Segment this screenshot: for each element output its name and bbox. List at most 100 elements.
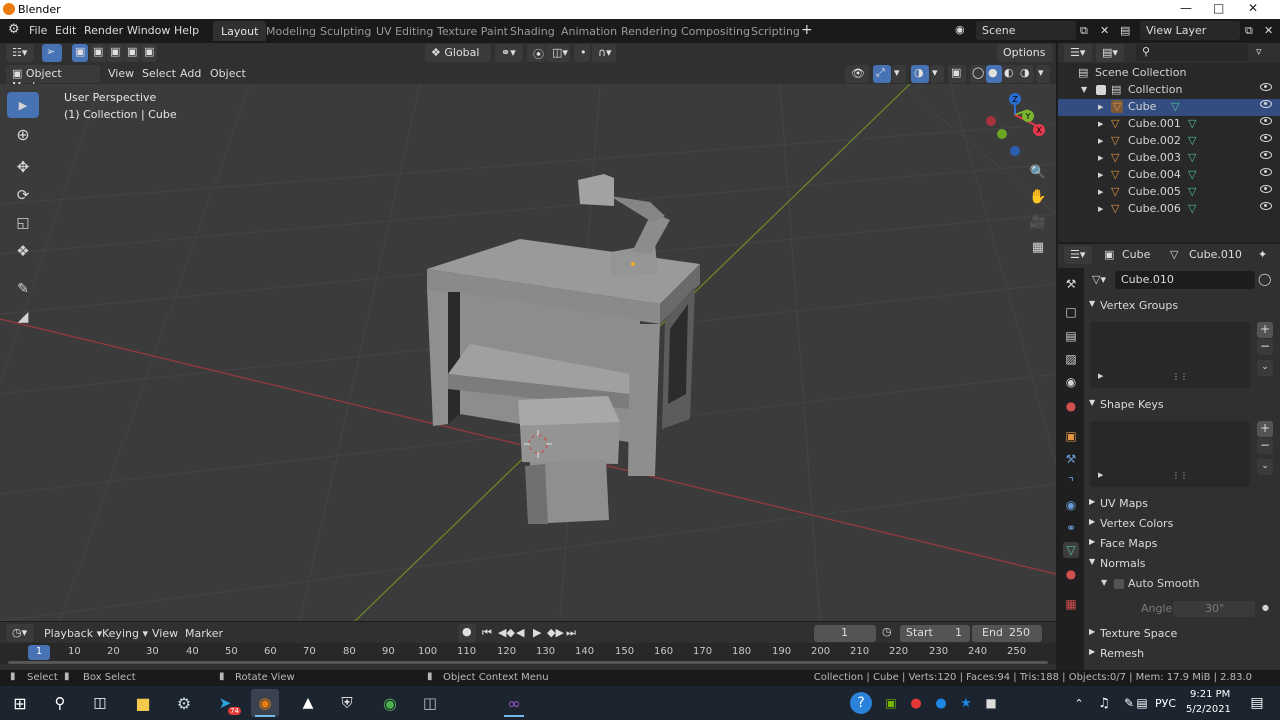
- shape-key-specials-button[interactable]: ⌄: [1257, 459, 1273, 475]
- timeline-ruler[interactable]: 1 10 20 30 40 50 60 70 80 90 100 110 120…: [0, 643, 1056, 664]
- next-keyframe-icon[interactable]: ◆▶: [547, 626, 564, 639]
- view-layer-tab-icon[interactable]: ▨: [1063, 351, 1079, 367]
- clock-time[interactable]: 9:21 PM: [1190, 689, 1230, 700]
- material-shading-icon[interactable]: ◐: [1002, 65, 1018, 83]
- new-view-layer-icon[interactable]: ⧉: [1245, 24, 1253, 38]
- visibility-eye-icon[interactable]: [1260, 83, 1272, 91]
- prev-keyframe-icon[interactable]: ◀◆: [498, 626, 515, 639]
- panel-face-maps-header[interactable]: ▶ Face Maps: [1086, 534, 1276, 554]
- shield-app-icon[interactable]: ⛨: [333, 689, 361, 717]
- proportional-falloff-dropdown[interactable]: ∩▾: [592, 44, 616, 62]
- navigation-gizmo[interactable]: Z Y X: [980, 90, 1050, 160]
- scale-tool-icon[interactable]: ◱: [7, 210, 39, 236]
- outliner-search-input[interactable]: ⚲: [1136, 44, 1248, 61]
- visibility-eye-icon[interactable]: [1260, 134, 1272, 142]
- telegram-icon[interactable]: ➤ 74: [211, 689, 241, 717]
- gizmo-dropdown[interactable]: ▾: [892, 65, 906, 83]
- render-tab-icon[interactable]: □: [1063, 304, 1079, 320]
- delete-view-layer-icon[interactable]: ✕: [1264, 24, 1273, 37]
- pan-hand-icon[interactable]: ✋: [1027, 186, 1049, 208]
- outliner-row-object[interactable]: ▶ ▽ Cube.003 ▽: [1058, 150, 1280, 167]
- maximize-icon[interactable]: □: [1213, 1, 1224, 15]
- outliner-row-scene-collection[interactable]: ▤ Scene Collection: [1058, 65, 1280, 82]
- pivot-dropdown[interactable]: ⚭▾: [495, 44, 523, 62]
- mode-dropdown[interactable]: ▣ Object Mode ▾: [6, 65, 100, 93]
- auto-smooth-checkbox[interactable]: [1114, 579, 1124, 589]
- file-explorer-icon[interactable]: ■: [129, 689, 157, 717]
- sync-tray-icon[interactable]: ●: [902, 689, 930, 717]
- app-tray-icon[interactable]: ■: [977, 689, 1005, 717]
- material-tab-icon[interactable]: ●: [1063, 566, 1079, 582]
- bluetooth-tray-icon[interactable]: ★: [952, 689, 980, 717]
- mesh-datablock-icon[interactable]: ▽▾: [1092, 273, 1106, 286]
- gizmo-y-axis[interactable]: Y: [1022, 110, 1034, 122]
- collection-checkbox[interactable]: [1096, 85, 1106, 95]
- 3d-viewport[interactable]: User Perspective (1) Collection | Cube Z…: [0, 84, 1056, 621]
- notifications-icon[interactable]: ▤: [1243, 689, 1271, 717]
- add-workspace-button[interactable]: +: [801, 22, 813, 38]
- outliner-row-collection[interactable]: ▼ ▤ Collection: [1058, 82, 1280, 99]
- blender-taskbar-icon[interactable]: ◉: [251, 689, 279, 717]
- camera-view-icon[interactable]: 🎥: [1027, 211, 1049, 233]
- shading-dropdown[interactable]: ▾: [1036, 65, 1050, 83]
- zoom-icon[interactable]: 🔍: [1027, 161, 1049, 183]
- close-icon[interactable]: ✕: [1248, 1, 1258, 15]
- expand-arrow-icon[interactable]: ▶: [1098, 154, 1103, 162]
- windows-start-icon[interactable]: ⊞: [6, 689, 34, 717]
- gizmo-toggle[interactable]: ⤢: [873, 65, 891, 83]
- play-reverse-icon[interactable]: ◀: [516, 626, 524, 639]
- options-dropdown[interactable]: Options ▾: [997, 44, 1053, 72]
- perspective-toggle-icon[interactable]: ▦: [1027, 236, 1049, 258]
- add-shape-key-button[interactable]: +: [1257, 421, 1273, 437]
- display-mode-dropdown[interactable]: ▤▾: [1096, 44, 1124, 62]
- filter-icon[interactable]: ▿: [1256, 45, 1262, 58]
- viewport-menu-add[interactable]: Add: [180, 67, 201, 80]
- gizmo-z-axis[interactable]: Z: [1009, 93, 1021, 105]
- visibility-eye-icon[interactable]: [1260, 202, 1272, 210]
- list-resize-handle[interactable]: ⋮⋮: [1172, 372, 1188, 381]
- expand-arrow-icon[interactable]: ▼: [1081, 85, 1087, 94]
- mesh-datablock-field[interactable]: Cube.010: [1115, 271, 1255, 289]
- visibility-eye-icon[interactable]: [1260, 185, 1272, 193]
- outliner-row-object[interactable]: ▶ ▽ Cube.005 ▽: [1058, 184, 1280, 201]
- playhead-frame-badge[interactable]: 1: [28, 645, 50, 660]
- gizmo-neg-y-axis[interactable]: [997, 129, 1007, 139]
- end-frame-field[interactable]: End 250: [972, 625, 1042, 642]
- list-expand-icon[interactable]: ▶: [1098, 471, 1103, 479]
- list-resize-handle[interactable]: ⋮⋮: [1172, 471, 1188, 480]
- pin-icon[interactable]: ✦: [1258, 248, 1267, 261]
- snap-target-dropdown[interactable]: ◫▾: [546, 44, 570, 62]
- scene-icon[interactable]: ◉: [955, 23, 965, 36]
- panel-vertex-colors-header[interactable]: ▶ Vertex Colors: [1086, 514, 1276, 534]
- chair-mesh[interactable]: [518, 396, 620, 524]
- panel-texture-space-header[interactable]: ▶ Texture Space: [1086, 624, 1276, 644]
- jump-end-icon[interactable]: ⏭: [566, 626, 576, 640]
- snap-toggle[interactable]: ⦿: [527, 44, 545, 62]
- rotate-tool-icon[interactable]: ⟳: [7, 182, 39, 208]
- jump-start-icon[interactable]: ⏮: [482, 626, 492, 640]
- expand-arrow-icon[interactable]: ▶: [1098, 137, 1103, 145]
- select-tool-button[interactable]: ➢: [42, 44, 62, 62]
- chevron-up-icon[interactable]: ⌃: [1065, 689, 1093, 717]
- viewport-menu-view[interactable]: View: [108, 67, 134, 80]
- delete-scene-icon[interactable]: ✕: [1100, 24, 1109, 37]
- tool-tab-icon[interactable]: ⚒: [1063, 276, 1079, 292]
- visibility-dropdown[interactable]: 👁▾: [845, 65, 869, 93]
- outliner-editor-type[interactable]: ☰▾: [1064, 44, 1092, 62]
- start-frame-field[interactable]: Start 1: [900, 625, 970, 642]
- physics-tab-icon[interactable]: ◉: [1063, 497, 1079, 513]
- panel-shape-keys-header[interactable]: ▼ Shape Keys: [1086, 395, 1276, 415]
- timeline-editor-type[interactable]: ◷▾: [6, 624, 34, 642]
- visibility-eye-icon[interactable]: [1260, 117, 1272, 125]
- add-vertex-group-button[interactable]: +: [1257, 322, 1273, 338]
- steam-icon[interactable]: ⚙: [170, 689, 198, 717]
- panel-remesh-header[interactable]: ▶ Remesh: [1086, 644, 1276, 664]
- network-icon[interactable]: ▤: [1128, 689, 1156, 717]
- menu-edit[interactable]: Edit: [55, 24, 76, 37]
- nvidia-tray-icon[interactable]: ▣: [877, 689, 905, 717]
- animate-property-dot-icon[interactable]: ●: [1262, 603, 1269, 612]
- panel-uv-maps-header[interactable]: ▶ UV Maps: [1086, 494, 1276, 514]
- transform-orientation-dropdown[interactable]: ❖ Global ▾: [425, 44, 491, 72]
- outliner-row-object[interactable]: ▶ ▽ Cube.004 ▽: [1058, 167, 1280, 184]
- timeline-menu-view[interactable]: View: [152, 627, 178, 640]
